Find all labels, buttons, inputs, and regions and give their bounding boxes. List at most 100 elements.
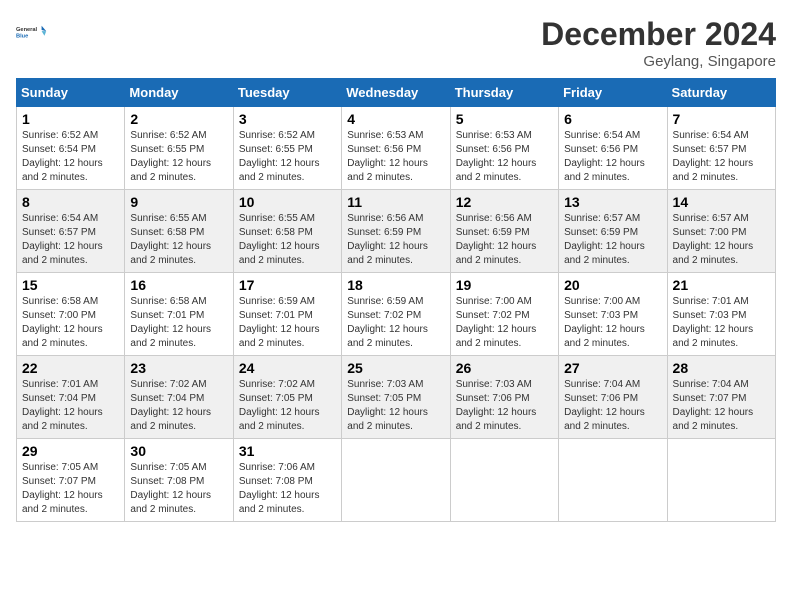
day-number: 21 (673, 277, 770, 293)
day-number: 10 (239, 194, 336, 210)
calendar-cell (667, 439, 775, 522)
calendar-week-1: 1 Sunrise: 6:52 AMSunset: 6:54 PMDaylight… (17, 107, 776, 190)
day-info: Sunrise: 6:52 AMSunset: 6:55 PMDaylight:… (239, 129, 336, 185)
col-monday: Monday (125, 79, 233, 107)
header-row: Sunday Monday Tuesday Wednesday Thursday… (17, 79, 776, 107)
day-info: Sunrise: 7:00 AMSunset: 7:03 PMDaylight:… (564, 295, 661, 351)
calendar-cell: 23Sunrise: 7:02 AMSunset: 7:04 PMDayligh… (125, 356, 233, 439)
month-title: December 2024 (541, 16, 776, 53)
day-info: Sunrise: 6:54 AMSunset: 6:56 PMDaylight:… (564, 129, 661, 185)
day-number: 26 (456, 360, 553, 376)
calendar-cell: 9 Sunrise: 6:55 AMSunset: 6:58 PMDaylight… (125, 190, 233, 273)
calendar-cell: 26 Sunrise: 7:03 AMSunset: 7:06 PMDayligh… (450, 356, 558, 439)
calendar-cell: 24 Sunrise: 7:02 AMSunset: 7:05 PMDayligh… (233, 356, 341, 439)
header: GeneralBlue December 2024 Geylang, Singa… (16, 16, 776, 70)
calendar-cell: 17 Sunrise: 6:59 AMSunset: 7:01 PMDayligh… (233, 273, 341, 356)
day-number: 3 (239, 111, 336, 127)
calendar-cell: 14 Sunrise: 6:57 AMSunset: 7:00 PMDayligh… (667, 190, 775, 273)
svg-text:Blue: Blue (16, 34, 28, 40)
day-info: Sunrise: 7:05 AMSunset: 7:08 PMDaylight:… (130, 461, 227, 517)
calendar-week-2: 8 Sunrise: 6:54 AMSunset: 6:57 PMDaylight… (17, 190, 776, 273)
calendar-cell: 1 Sunrise: 6:52 AMSunset: 6:54 PMDaylight… (17, 107, 125, 190)
calendar-cell: 20 Sunrise: 7:00 AMSunset: 7:03 PMDayligh… (559, 273, 667, 356)
day-info: Sunrise: 7:01 AMSunset: 7:03 PMDaylight:… (673, 295, 770, 351)
day-info: Sunrise: 6:59 AMSunset: 7:02 PMDaylight:… (347, 295, 444, 351)
day-info: Sunrise: 7:01 AMSunset: 7:04 PMDaylight:… (22, 378, 119, 434)
calendar-cell: 6Sunrise: 6:54 AMSunset: 6:56 PMDaylight… (559, 107, 667, 190)
day-info: Sunrise: 6:59 AMSunset: 7:01 PMDaylight:… (239, 295, 336, 351)
day-info: Sunrise: 6:56 AMSunset: 6:59 PMDaylight:… (456, 212, 553, 268)
calendar-week-4: 22 Sunrise: 7:01 AMSunset: 7:04 PMDayligh… (17, 356, 776, 439)
day-number: 17 (239, 277, 336, 293)
logo-icon: GeneralBlue (16, 16, 48, 48)
calendar-cell: 11Sunrise: 6:56 AMSunset: 6:59 PMDayligh… (342, 190, 450, 273)
day-info: Sunrise: 7:05 AMSunset: 7:07 PMDaylight:… (22, 461, 119, 517)
day-info: Sunrise: 7:03 AMSunset: 7:05 PMDaylight:… (347, 378, 444, 434)
location: Geylang, Singapore (541, 53, 776, 70)
day-number: 25 (347, 360, 444, 376)
day-number: 14 (673, 194, 770, 210)
day-number: 9 (130, 194, 227, 210)
calendar-cell: 29 Sunrise: 7:05 AMSunset: 7:07 PMDayligh… (17, 439, 125, 522)
calendar-table: Sunday Monday Tuesday Wednesday Thursday… (16, 78, 776, 522)
calendar-body: 1 Sunrise: 6:52 AMSunset: 6:54 PMDaylight… (17, 107, 776, 522)
day-info: Sunrise: 7:04 AMSunset: 7:07 PMDaylight:… (673, 378, 770, 434)
day-info: Sunrise: 6:58 AMSunset: 7:00 PMDaylight:… (22, 295, 119, 351)
day-info: Sunrise: 6:57 AMSunset: 7:00 PMDaylight:… (673, 212, 770, 268)
day-info: Sunrise: 6:52 AMSunset: 6:55 PMDaylight:… (130, 129, 227, 185)
day-info: Sunrise: 6:56 AMSunset: 6:59 PMDaylight:… (347, 212, 444, 268)
calendar-week-5: 29 Sunrise: 7:05 AMSunset: 7:07 PMDayligh… (17, 439, 776, 522)
day-number: 12 (456, 194, 553, 210)
day-info: Sunrise: 6:57 AMSunset: 6:59 PMDaylight:… (564, 212, 661, 268)
day-info: Sunrise: 6:55 AMSunset: 6:58 PMDaylight:… (239, 212, 336, 268)
day-info: Sunrise: 7:03 AMSunset: 7:06 PMDaylight:… (456, 378, 553, 434)
day-number: 15 (22, 277, 119, 293)
col-thursday: Thursday (450, 79, 558, 107)
day-info: Sunrise: 6:54 AMSunset: 6:57 PMDaylight:… (673, 129, 770, 185)
day-number: 1 (22, 111, 119, 127)
day-info: Sunrise: 6:52 AMSunset: 6:54 PMDaylight:… (22, 129, 119, 185)
calendar-cell: 3 Sunrise: 6:52 AMSunset: 6:55 PMDaylight… (233, 107, 341, 190)
col-saturday: Saturday (667, 79, 775, 107)
calendar-cell: 13 Sunrise: 6:57 AMSunset: 6:59 PMDayligh… (559, 190, 667, 273)
day-number: 22 (22, 360, 119, 376)
calendar-cell: 22 Sunrise: 7:01 AMSunset: 7:04 PMDayligh… (17, 356, 125, 439)
day-number: 27 (564, 360, 661, 376)
day-number: 13 (564, 194, 661, 210)
calendar-cell: 31 Sunrise: 7:06 AMSunset: 7:08 PMDayligh… (233, 439, 341, 522)
calendar-cell: 19Sunrise: 7:00 AMSunset: 7:02 PMDayligh… (450, 273, 558, 356)
day-info: Sunrise: 6:54 AMSunset: 6:57 PMDaylight:… (22, 212, 119, 268)
day-info: Sunrise: 7:00 AMSunset: 7:02 PMDaylight:… (456, 295, 553, 351)
day-info: Sunrise: 6:55 AMSunset: 6:58 PMDaylight:… (130, 212, 227, 268)
day-info: Sunrise: 7:06 AMSunset: 7:08 PMDaylight:… (239, 461, 336, 517)
day-number: 2 (130, 111, 227, 127)
day-info: Sunrise: 7:02 AMSunset: 7:05 PMDaylight:… (239, 378, 336, 434)
calendar-week-3: 15 Sunrise: 6:58 AMSunset: 7:00 PMDayligh… (17, 273, 776, 356)
day-number: 8 (22, 194, 119, 210)
col-friday: Friday (559, 79, 667, 107)
day-number: 31 (239, 443, 336, 459)
day-info: Sunrise: 6:58 AMSunset: 7:01 PMDaylight:… (130, 295, 227, 351)
day-number: 24 (239, 360, 336, 376)
day-number: 29 (22, 443, 119, 459)
day-info: Sunrise: 6:53 AMSunset: 6:56 PMDaylight:… (456, 129, 553, 185)
calendar-cell: 28Sunrise: 7:04 AMSunset: 7:07 PMDayligh… (667, 356, 775, 439)
col-tuesday: Tuesday (233, 79, 341, 107)
calendar-cell: 7 Sunrise: 6:54 AMSunset: 6:57 PMDaylight… (667, 107, 775, 190)
svg-text:General: General (16, 27, 38, 33)
calendar-cell (559, 439, 667, 522)
col-sunday: Sunday (17, 79, 125, 107)
day-number: 16 (130, 277, 227, 293)
calendar-cell: 4Sunrise: 6:53 AMSunset: 6:56 PMDaylight… (342, 107, 450, 190)
calendar-cell: 8 Sunrise: 6:54 AMSunset: 6:57 PMDaylight… (17, 190, 125, 273)
day-info: Sunrise: 6:53 AMSunset: 6:56 PMDaylight:… (347, 129, 444, 185)
calendar-cell: 18Sunrise: 6:59 AMSunset: 7:02 PMDayligh… (342, 273, 450, 356)
day-number: 23 (130, 360, 227, 376)
title-area: December 2024 Geylang, Singapore (541, 16, 776, 70)
day-number: 20 (564, 277, 661, 293)
calendar-cell: 16 Sunrise: 6:58 AMSunset: 7:01 PMDayligh… (125, 273, 233, 356)
calendar-cell: 12 Sunrise: 6:56 AMSunset: 6:59 PMDayligh… (450, 190, 558, 273)
day-number: 7 (673, 111, 770, 127)
col-wednesday: Wednesday (342, 79, 450, 107)
calendar-cell (450, 439, 558, 522)
